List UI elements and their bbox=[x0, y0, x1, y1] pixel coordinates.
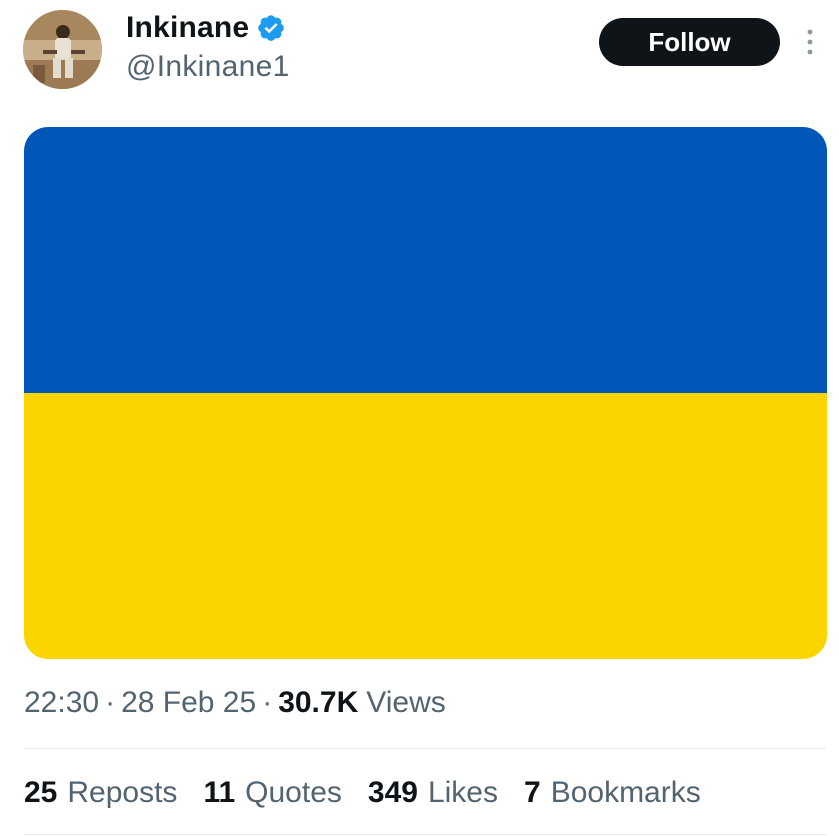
views-count: 30.7K bbox=[278, 686, 359, 719]
meta-separator: · bbox=[262, 686, 273, 719]
verified-badge-icon bbox=[256, 13, 286, 43]
flag-blue-stripe bbox=[24, 127, 827, 393]
stat-label: Reposts bbox=[67, 776, 178, 809]
follow-button[interactable]: Follow bbox=[599, 18, 780, 66]
stat-likes[interactable]: 349 Likes bbox=[368, 776, 498, 810]
stat-count: 349 bbox=[367, 776, 418, 809]
display-name-row: Inkinane bbox=[126, 8, 290, 48]
user-info: Inkinane @Inkinane1 bbox=[126, 8, 290, 84]
stat-reposts[interactable]: 25 Reposts bbox=[24, 776, 177, 810]
flag-yellow-stripe bbox=[24, 393, 827, 659]
more-options-icon[interactable] bbox=[798, 24, 822, 60]
user-handle[interactable]: @Inkinane1 bbox=[126, 50, 290, 84]
stat-label: Bookmarks bbox=[550, 776, 701, 809]
engagement-stats: 25 Reposts 11 Quotes 349 Likes 7 Bookmar… bbox=[24, 776, 727, 810]
views-label: Views bbox=[366, 686, 446, 719]
stat-label: Likes bbox=[427, 776, 498, 809]
display-name[interactable]: Inkinane bbox=[126, 11, 249, 45]
tweet-date[interactable]: 28 Feb 25 bbox=[121, 686, 256, 720]
stat-label: Quotes bbox=[245, 776, 342, 809]
stat-quotes[interactable]: 11 Quotes bbox=[203, 776, 341, 810]
stat-count: 11 bbox=[203, 776, 236, 809]
tweet-media-image[interactable] bbox=[24, 127, 827, 659]
tweet-time[interactable]: 22:30 bbox=[24, 686, 99, 720]
avatar[interactable] bbox=[23, 10, 102, 89]
avatar-image bbox=[23, 10, 102, 89]
tweet-card: Inkinane @Inkinane1 Follow 22:30 · 28 Fe… bbox=[0, 0, 839, 836]
stat-bookmarks[interactable]: 7 Bookmarks bbox=[524, 776, 701, 810]
divider bbox=[24, 834, 826, 835]
divider bbox=[24, 748, 826, 749]
stat-count: 25 bbox=[24, 776, 58, 809]
stat-count: 7 bbox=[524, 776, 541, 809]
meta-separator: · bbox=[105, 686, 116, 719]
tweet-metadata: 22:30 · 28 Feb 25 · 30.7K Views bbox=[24, 686, 446, 720]
